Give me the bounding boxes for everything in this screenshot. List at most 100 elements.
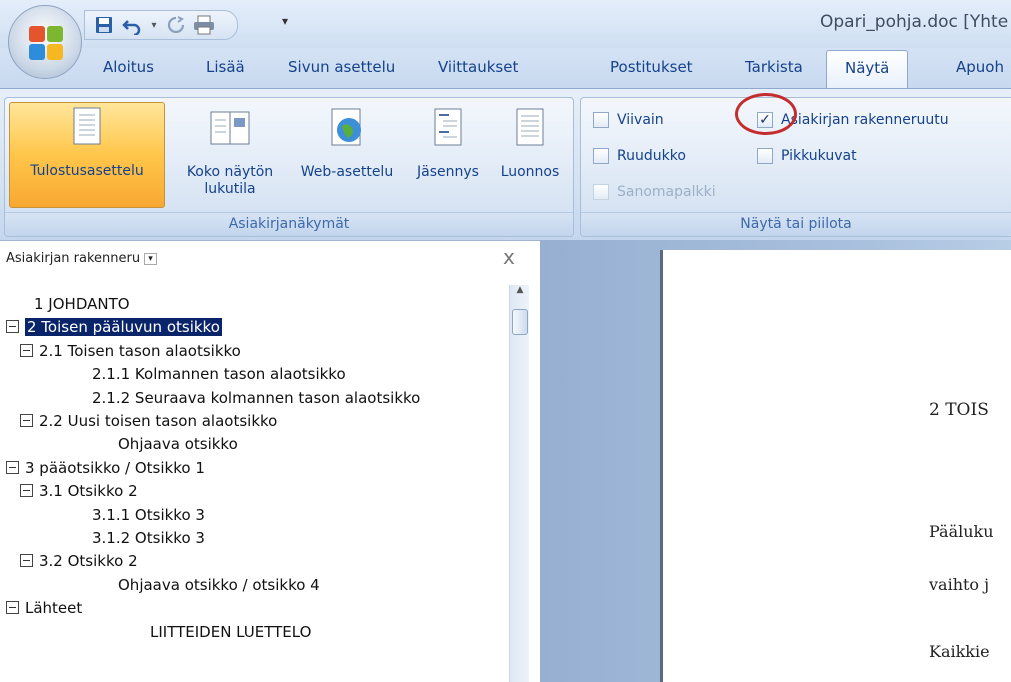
document-map-header: Asiakirjan rakenneru ▾ x — [0, 241, 540, 277]
document-map-item-label: LIITTEIDEN LUETTELO — [150, 622, 312, 641]
thumbnails-label: Pikkukuvat — [781, 148, 857, 164]
web-layout-icon — [331, 108, 361, 146]
tab-aloitus[interactable]: Aloitus — [103, 58, 154, 76]
collapse-toggle-icon[interactable] — [20, 554, 33, 568]
undo-icon[interactable] — [121, 14, 143, 36]
document-map-item-label: 2 Toisen pääluvun otsikko — [25, 318, 222, 337]
scrollbar-thumb[interactable] — [512, 309, 528, 335]
gridlines-option[interactable]: Ruudukko — [593, 148, 686, 164]
outline-button[interactable]: Jäsennys — [406, 104, 490, 181]
document-text-line: Pääluku — [929, 522, 994, 541]
ruler-checkbox[interactable] — [593, 112, 609, 128]
chevron-down-icon: ▾ — [144, 252, 157, 265]
outline-icon — [434, 108, 462, 146]
tab-tarkista[interactable]: Tarkista — [745, 58, 803, 76]
tab-viittaukset[interactable]: Viittaukset — [438, 58, 518, 76]
print-layout-label: Tulostusasettelu — [30, 163, 144, 179]
document-heading: 2 TOIS — [929, 400, 989, 420]
document-map-item[interactable]: 2.1 Toisen tason alaotsikko — [20, 340, 241, 364]
document-map-item[interactable]: 2 Toisen pääluvun otsikko — [6, 316, 222, 340]
document-page[interactable]: 2 TOIS Pääluku vaihto j Kaikkie — [663, 250, 1011, 682]
document-text-line: Kaikkie — [929, 642, 990, 661]
message-bar-label: Sanomapalkki — [617, 184, 716, 200]
save-icon[interactable] — [93, 14, 115, 36]
thumbnails-checkbox[interactable] — [757, 148, 773, 164]
message-bar-option: Sanomapalkki — [593, 184, 716, 200]
document-map-item-label: 2.1 Toisen tason alaotsikko — [39, 341, 241, 360]
full-screen-reading-button[interactable]: Koko näytön lukutila — [171, 104, 289, 198]
document-map-item[interactable]: 2.1.1 Kolmannen tason alaotsikko — [92, 363, 346, 387]
scroll-up-icon[interactable]: ▲ — [510, 285, 530, 299]
document-map-item[interactable]: 1 JOHDANTO — [34, 293, 130, 317]
ruler-option[interactable]: Viivain — [593, 112, 664, 128]
document-map-item-label: 3.2 Otsikko 2 — [39, 552, 138, 571]
document-map-item-label: 3.1 Otsikko 2 — [39, 482, 138, 501]
document-map-label: Asiakirjan rakenneruutu — [781, 112, 949, 128]
tab-lisaa[interactable]: Lisää — [206, 58, 245, 76]
draft-button[interactable]: Luonnos — [490, 104, 570, 181]
document-map-item-label: 3 pääotsikko / Otsikko 1 — [25, 458, 205, 477]
print-layout-button[interactable]: Tulostusasettelu — [9, 102, 165, 208]
document-text-line: vaihto j — [929, 575, 990, 594]
document-title: Opari_pohja.doc [Yhte — [820, 12, 1009, 32]
document-map-item[interactable]: 3.1.1 Otsikko 3 — [92, 504, 205, 528]
document-map-item-label: 1 JOHDANTO — [34, 295, 130, 313]
redo-icon[interactable] — [165, 14, 187, 36]
full-screen-reading-label: Koko näytön lukutila — [186, 164, 274, 197]
show-hide-group-label: Näytä tai piilota — [581, 212, 1011, 236]
outline-label: Jäsennys — [417, 164, 479, 180]
document-map-item[interactable]: Ohjaava otsikko — [118, 433, 238, 457]
collapse-toggle-icon[interactable] — [6, 460, 19, 474]
document-map-item[interactable]: 3 pääotsikko / Otsikko 1 — [6, 457, 205, 481]
document-map-item-label: 2.1.2 Seuraava kolmannen tason alaotsikk… — [92, 388, 421, 407]
document-map-item[interactable]: LIITTEIDEN LUETTELO — [150, 621, 311, 645]
collapse-toggle-icon[interactable] — [6, 601, 19, 615]
tab-postitukset[interactable]: Postitukset — [610, 58, 693, 76]
draft-icon — [516, 108, 544, 146]
document-map-dropdown[interactable]: Asiakirjan rakenneru ▾ — [6, 251, 157, 266]
views-group-label: Asiakirjanäkymät — [5, 212, 573, 236]
office-button[interactable] — [8, 5, 82, 79]
collapse-toggle-icon[interactable] — [20, 343, 33, 357]
document-map-item[interactable]: 3.1 Otsikko 2 — [20, 480, 138, 504]
collapse-toggle-icon[interactable] — [20, 484, 33, 498]
document-map-scrollbar[interactable]: ▲ — [509, 285, 529, 682]
tab-nayta[interactable]: Näytä — [826, 50, 909, 90]
ribbon-tabs: Aloitus Lisää Sivun asettelu Viittaukset… — [0, 48, 1011, 90]
draft-label: Luonnos — [500, 164, 560, 180]
document-map-item[interactable]: 3.2 Otsikko 2 — [20, 550, 138, 574]
tab-sivun-asettelu[interactable]: Sivun asettelu — [288, 58, 395, 76]
document-map-item[interactable]: Lähteet — [6, 597, 82, 621]
document-map-item[interactable]: 2.2 Uusi toisen tason alaotsikko — [20, 410, 277, 434]
close-icon[interactable]: x — [503, 245, 515, 269]
print-icon[interactable] — [193, 14, 215, 36]
thumbnails-option[interactable]: Pikkukuvat — [757, 148, 857, 164]
title-bar: ▾ ▾ Opari_pohja.doc [Yhte — [0, 0, 1011, 48]
document-map-item-label: 3.1.2 Otsikko 3 — [92, 529, 205, 547]
document-map-dropdown-label: Asiakirjan rakenneru — [6, 251, 141, 266]
ruler-label: Viivain — [617, 112, 664, 128]
document-map-item[interactable]: Ohjaava otsikko / otsikko 4 — [118, 574, 320, 598]
undo-dropdown-icon[interactable]: ▾ — [149, 14, 159, 36]
document-map-item-label: Lähteet — [25, 599, 83, 618]
print-layout-icon — [73, 107, 101, 145]
full-screen-reading-icon — [210, 111, 250, 145]
gridlines-checkbox[interactable] — [593, 148, 609, 164]
document-map-item-label: 2.2 Uusi toisen tason alaotsikko — [39, 412, 278, 430]
document-map-item-label: 2.1.1 Kolmannen tason alaotsikko — [92, 365, 346, 384]
web-layout-button[interactable]: Web-asettelu — [288, 104, 406, 181]
document-map-item-label: Ohjaava otsikko / otsikko 4 — [118, 575, 320, 594]
ribbon: Tulostusasettelu Koko näytön lukutila Web… — [0, 88, 1011, 240]
document-map-item-label: 3.1.1 Otsikko 3 — [92, 505, 205, 524]
collapse-toggle-icon[interactable] — [20, 414, 33, 427]
document-map-item-label: Ohjaava otsikko — [118, 435, 238, 454]
views-group: Tulostusasettelu Koko näytön lukutila Web… — [4, 97, 574, 237]
customize-toolbar-icon[interactable]: ▾ — [282, 14, 288, 28]
web-layout-label: Web-asettelu — [300, 164, 394, 180]
document-map-item[interactable]: 3.1.2 Otsikko 3 — [92, 527, 205, 551]
document-map-item[interactable]: 2.1.2 Seuraava kolmannen tason alaotsikk… — [92, 387, 420, 411]
tab-apuohjelmat[interactable]: Apuoh — [956, 58, 1004, 76]
office-logo-icon — [29, 26, 63, 60]
collapse-toggle-icon[interactable] — [6, 320, 19, 334]
document-map-pane: Asiakirjan rakenneru ▾ x 1 JOHDANTO 2 Toi… — [0, 240, 540, 682]
